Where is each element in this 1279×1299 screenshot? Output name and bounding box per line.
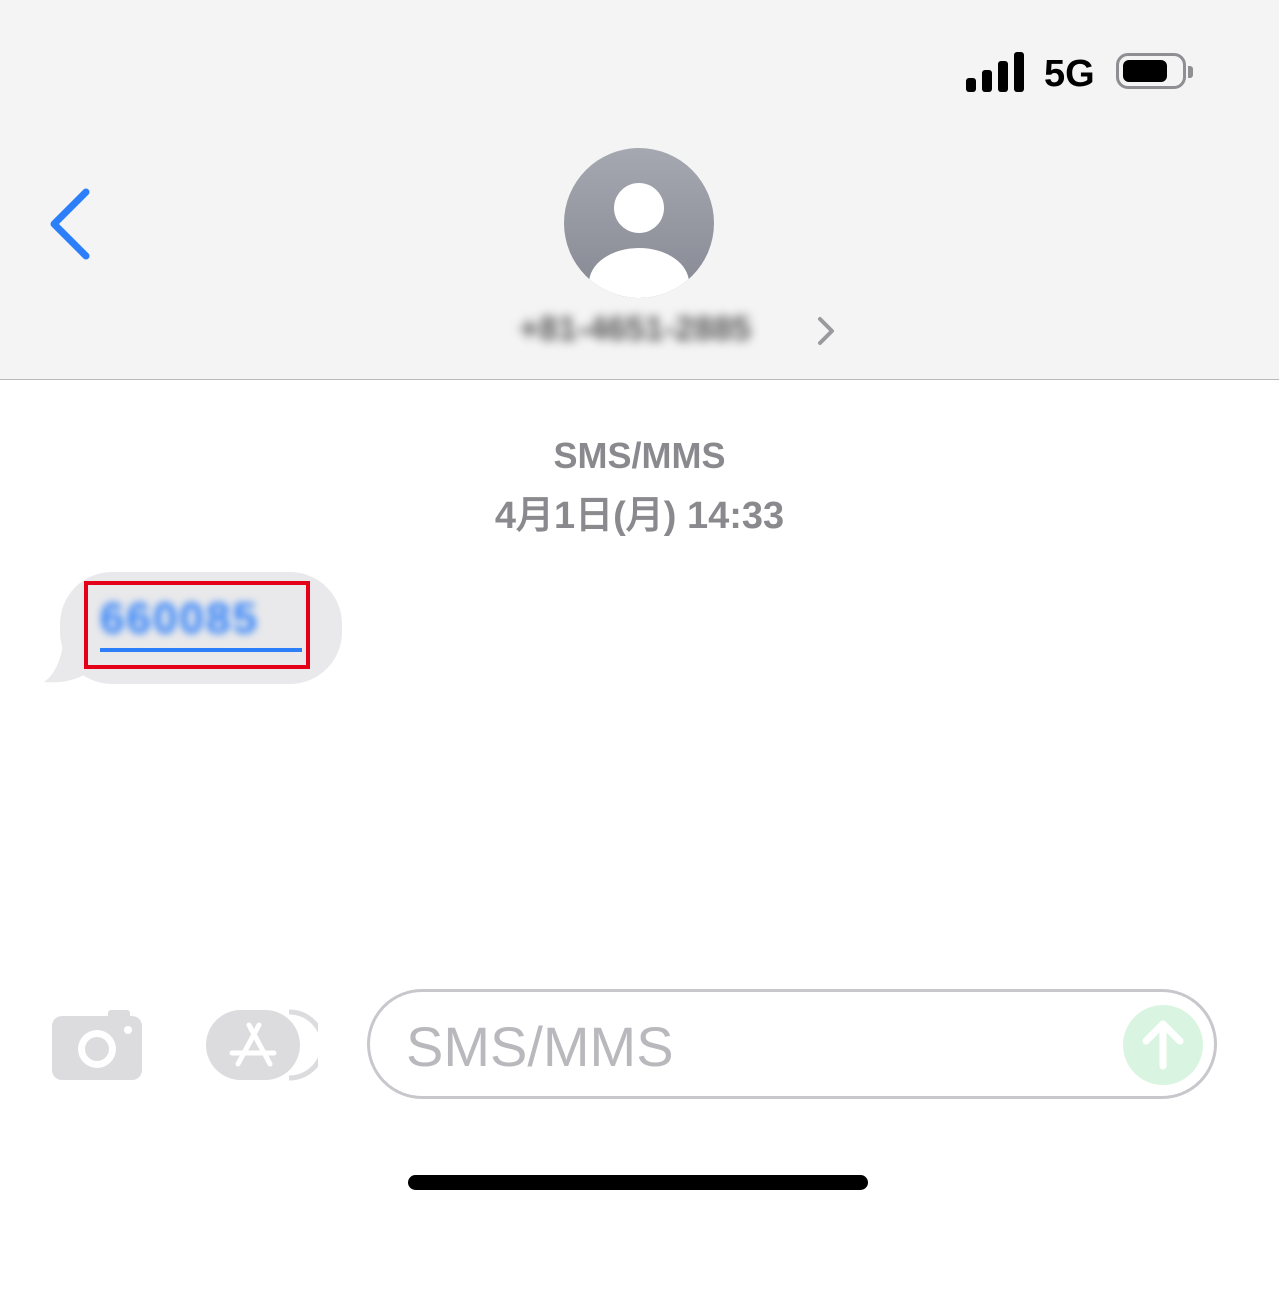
home-indicator[interactable] (408, 1175, 868, 1190)
navigation-header: 5G +81-4651-2885 (0, 0, 1279, 380)
network-type: 5G (1044, 53, 1095, 95)
camera-button[interactable] (50, 1008, 144, 1082)
send-button[interactable] (1122, 1004, 1204, 1086)
message-input-container (367, 989, 1217, 1099)
battery-icon (1116, 53, 1193, 89)
chevron-right-icon[interactable] (812, 314, 842, 348)
service-label: SMS/MMS (553, 435, 726, 476)
app-store-icon (206, 1009, 326, 1081)
signal-strength-icon (966, 50, 1028, 92)
person-icon (564, 148, 714, 298)
message-input[interactable] (404, 1012, 1108, 1080)
arrow-up-icon (1123, 1005, 1203, 1085)
message-timestamp: 4月1日(月) 14:33 (494, 495, 785, 537)
contact-avatar[interactable] (564, 148, 714, 298)
highlight-box (84, 581, 310, 669)
camera-icon (52, 1010, 142, 1080)
contact-name[interactable]: +81-4651-2885 (480, 306, 790, 352)
chevron-left-icon (50, 188, 90, 260)
app-store-button[interactable] (204, 1008, 326, 1082)
back-button[interactable] (40, 180, 110, 270)
